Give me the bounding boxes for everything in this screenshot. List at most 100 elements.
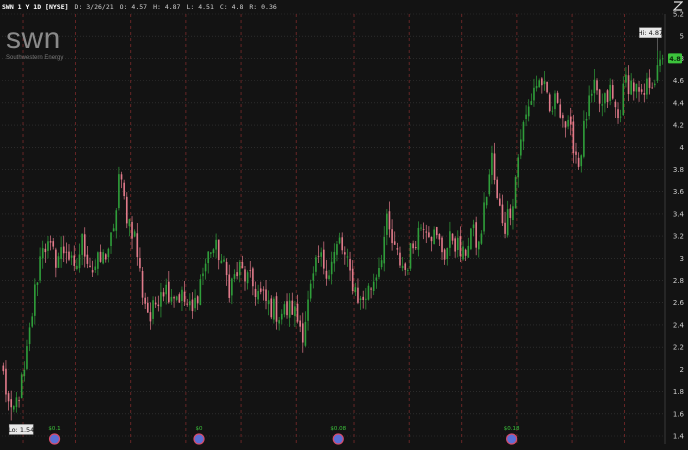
candle-body (309, 283, 312, 299)
candle-body (443, 249, 446, 260)
candle-body (299, 320, 301, 327)
candle-body (228, 274, 231, 298)
candle-body (47, 241, 49, 251)
candle-body (541, 78, 543, 86)
candle-body (315, 257, 317, 272)
candle-body (496, 179, 499, 199)
candle-body (278, 320, 280, 324)
candle-body (643, 93, 646, 95)
candle-body (244, 269, 246, 282)
candle-body (207, 251, 210, 264)
candle-body (249, 270, 252, 272)
candle-body (10, 399, 13, 408)
candle-body (26, 346, 28, 369)
candle-body (68, 251, 70, 260)
candle-body (73, 255, 76, 266)
candle-body (359, 298, 362, 300)
candle-body (449, 231, 451, 248)
candle-body (467, 245, 470, 258)
candle-body (659, 59, 661, 66)
candle-body (157, 304, 160, 307)
candle-body (160, 292, 162, 307)
y-tick-label: 3.6 (673, 188, 685, 196)
candle-body (167, 281, 170, 303)
candle-body (60, 247, 62, 259)
candle-body (170, 296, 173, 302)
chart-background (0, 0, 688, 450)
candle-body (380, 260, 383, 268)
candle-body (407, 269, 409, 271)
candle-body (388, 211, 391, 230)
candle-body (118, 174, 120, 209)
candle-body (97, 252, 99, 269)
candle-body (320, 252, 322, 257)
candle-body (194, 297, 196, 309)
candle-body (653, 83, 656, 86)
candle-body (446, 247, 449, 260)
candle-body (428, 232, 430, 238)
candle-body (136, 233, 139, 258)
y-tick-label: 4.6 (673, 77, 685, 85)
candle-body (506, 209, 509, 236)
candle-body (370, 288, 372, 290)
ticker-label: SWN 1 Y 1D [NYSE] (2, 3, 69, 11)
candle-body (661, 58, 664, 60)
candle-body (611, 85, 614, 99)
candle-body (378, 267, 380, 277)
candle-body (438, 233, 441, 240)
candle-body (23, 369, 26, 377)
candle-body (104, 254, 107, 260)
candle-body (133, 231, 136, 237)
candle-body (259, 288, 262, 292)
candle-body (601, 104, 604, 106)
candle-body (210, 252, 212, 254)
last-price-label: 4.8 (669, 55, 681, 63)
candle-body (459, 236, 462, 257)
candle-body (317, 255, 320, 257)
candle-body (31, 316, 34, 327)
candlestick-chart[interactable]: 1.4 1.6 1.8 2 2.2 2.4 2.6 2.8 3 3.2 3.4 3.6 3.8 4 4.2 4… (0, 0, 688, 450)
candle-body (115, 210, 118, 231)
candle-body (554, 93, 556, 110)
y-tick-label: 2.2 (673, 344, 684, 352)
candle-body (344, 252, 346, 255)
high-label: H: 4.87 (153, 3, 181, 11)
y-tick-label: 3.4 (673, 210, 685, 218)
candle-body (283, 304, 286, 315)
expand-icon[interactable] (672, 1, 684, 13)
candle-body (596, 80, 598, 91)
candle-body (236, 272, 238, 277)
candle-body (183, 291, 186, 302)
candle-body (55, 249, 57, 268)
candle-body (520, 139, 522, 156)
candle-body (173, 297, 175, 299)
candle-body (57, 256, 60, 268)
candle-body (288, 300, 291, 318)
candle-body (433, 229, 435, 244)
candle-body (273, 298, 275, 320)
candle-body (338, 237, 341, 244)
y-tick-label: 4.4 (673, 99, 685, 107)
candle-body (199, 279, 202, 305)
candle-body (191, 299, 194, 312)
candle-body (548, 94, 551, 112)
candle-body (52, 241, 55, 247)
candle-body (304, 321, 307, 346)
candle-body (165, 284, 168, 295)
candle-body (575, 151, 577, 155)
candle-body (491, 152, 493, 175)
candle-body (498, 198, 501, 206)
candle-body (514, 177, 517, 209)
candle-body (307, 299, 309, 321)
candle-body (333, 251, 336, 264)
candle-body (404, 263, 407, 270)
candle-body (152, 300, 154, 319)
company-logo-watermark: SWN (6, 22, 61, 55)
candle-body (204, 263, 207, 272)
candle-body (590, 93, 593, 96)
candle-body (154, 302, 157, 305)
candle-body (99, 251, 102, 262)
candle-body (28, 327, 31, 345)
candle-body (189, 301, 191, 306)
candle-body (559, 104, 562, 118)
